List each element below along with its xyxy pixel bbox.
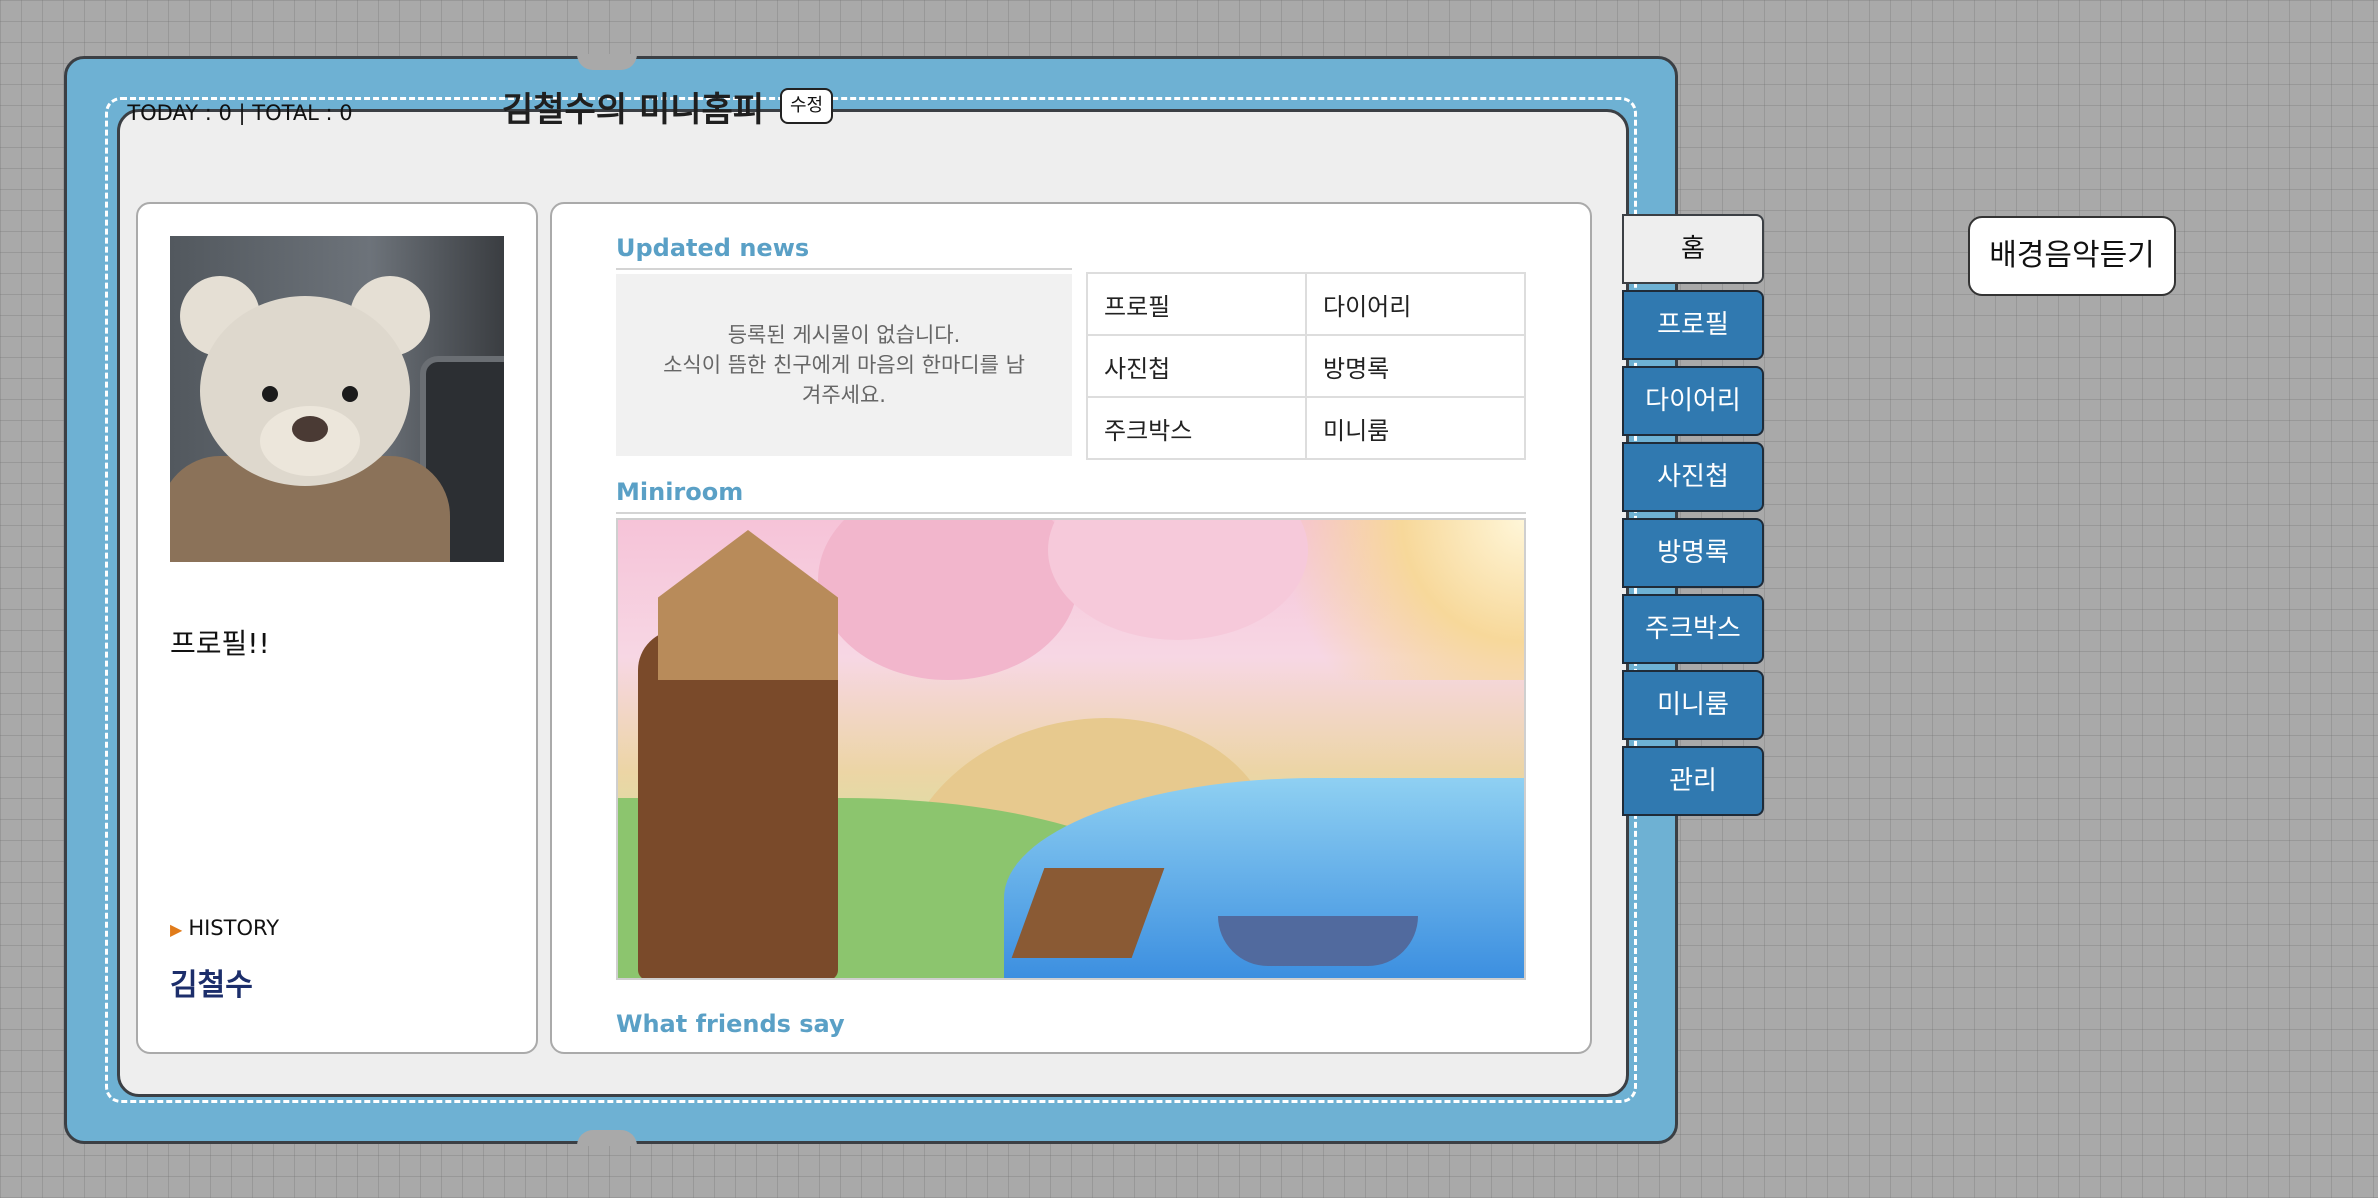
history-label: HISTORY (188, 916, 280, 940)
miniroom-divider (616, 512, 1526, 514)
miniroom-boat (1218, 916, 1418, 966)
friends-say-title: What friends say (616, 1010, 845, 1038)
updated-news-empty: 등록된 게시물이 없습니다. 소식이 뜸한 친구에게 마음의 한마디를 남 겨주… (616, 274, 1072, 456)
bear-eye-left (262, 386, 278, 402)
menu-grid-item-profile[interactable]: 프로필 (1086, 272, 1307, 336)
menu-grid-item-diary[interactable]: 다이어리 (1305, 272, 1526, 336)
tab-guestbook[interactable]: 방명록 (1622, 518, 1764, 588)
profile-message: 프로필!! (170, 627, 270, 660)
menu-grid-item-guestbook[interactable]: 방명록 (1305, 334, 1526, 398)
profile-photo (170, 236, 504, 562)
tab-photos[interactable]: 사진첩 (1622, 442, 1764, 512)
menu-grid-item-jukebox[interactable]: 주크박스 (1086, 396, 1307, 460)
miniroom-blossom (818, 520, 1078, 680)
updated-news-divider (616, 268, 1072, 270)
news-empty-line-1: 등록된 게시물이 없습니다. (727, 323, 961, 347)
owner-name[interactable]: 김철수 (170, 960, 253, 1004)
menu-grid-item-miniroom[interactable]: 미니룸 (1305, 396, 1526, 460)
side-tab-menu: 홈 프로필 다이어리 사진첩 방명록 주크박스 미니룸 관리 (1622, 214, 1764, 822)
bear-eye-right (342, 386, 358, 402)
visitor-counter: TODAY : 0 | TOTAL : 0 (127, 101, 353, 125)
miniroom-tree (638, 630, 838, 978)
updated-news-title: Updated news (616, 234, 810, 262)
tab-jukebox[interactable]: 주크박스 (1622, 594, 1764, 664)
bgm-play-button[interactable]: 배경음악듣기 (1968, 216, 2176, 296)
bear-nose (292, 416, 328, 442)
news-empty-line-2: 소식이 뜸한 친구에게 마음의 한마디를 남 (663, 353, 1025, 377)
profile-card: 프로필!! ▶ HISTORY 김철수 (136, 202, 538, 1054)
menu-grid-item-photos[interactable]: 사진첩 (1086, 334, 1307, 398)
tab-manage[interactable]: 관리 (1622, 746, 1764, 816)
miniroom-image[interactable] (616, 518, 1526, 980)
frame-notch-bottom (577, 1130, 637, 1146)
tab-profile[interactable]: 프로필 (1622, 290, 1764, 360)
menu-grid: 프로필 다이어리 사진첩 방명록 주크박스 미니룸 (1086, 272, 1526, 460)
miniroom-treehouse (658, 530, 838, 680)
frame-notch-top (577, 54, 637, 70)
tab-home[interactable]: 홈 (1622, 214, 1764, 284)
tab-diary[interactable]: 다이어리 (1622, 366, 1764, 436)
miniroom-title: Miniroom (616, 478, 744, 506)
history-link[interactable]: ▶ HISTORY (170, 916, 279, 940)
triangle-right-icon: ▶ (170, 920, 183, 939)
edit-title-button[interactable]: 수정 (780, 88, 834, 124)
main-content-card: Updated news 등록된 게시물이 없습니다. 소식이 뜸한 친구에게 … (550, 202, 1592, 1054)
page-title: 김철수의 미니홈피 (502, 90, 765, 130)
tab-miniroom[interactable]: 미니룸 (1622, 670, 1764, 740)
news-empty-line-3: 겨주세요. (802, 383, 886, 407)
